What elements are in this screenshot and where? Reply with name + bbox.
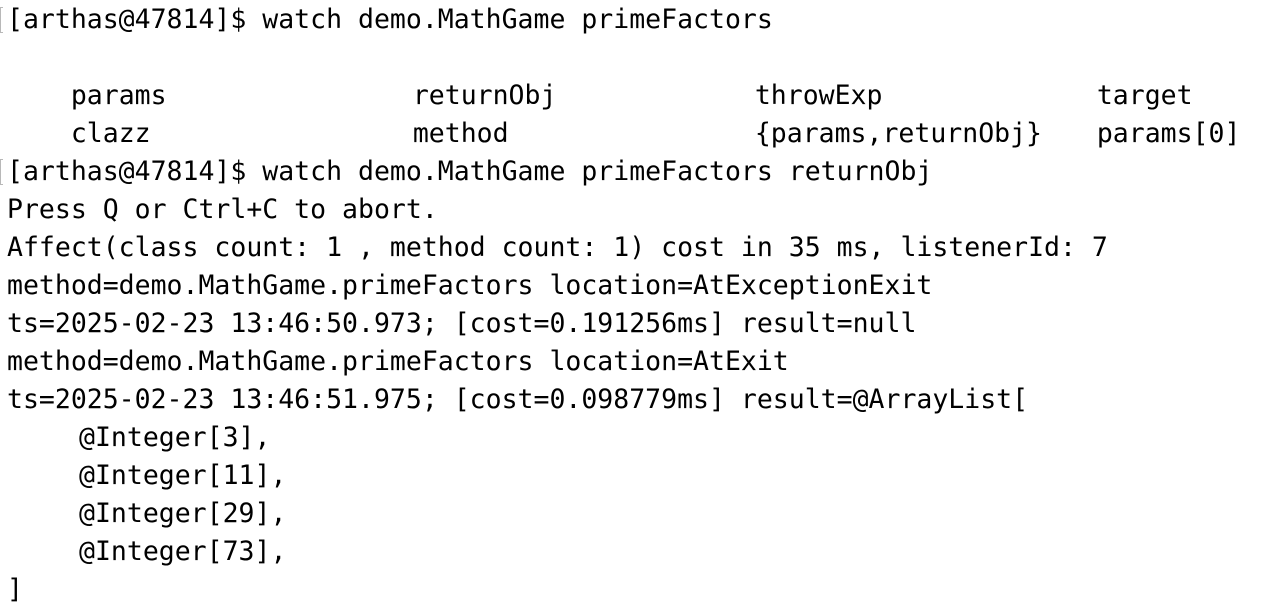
array-item: @Integer[73], (79, 536, 287, 567)
event-method-line: method=demo.MathGame.primeFactors locati… (7, 270, 933, 301)
completion-item: throwExp (754, 80, 883, 111)
terminal-window[interactable]: [arthas@47814]$ watch demo.MathGame prim… (0, 0, 1282, 606)
affect-line: Affect(class count: 1 , method count: 1)… (7, 232, 1108, 263)
event-method-line: method=demo.MathGame.primeFactors locati… (7, 346, 789, 377)
event-result-line: ts=2025-02-23 13:46:50.973; [cost=0.1912… (7, 308, 917, 339)
array-item: @Integer[29], (79, 498, 287, 529)
completion-item: target (1096, 80, 1193, 111)
completion-item: method (412, 118, 509, 149)
prompt-marker-icon (0, 7, 3, 33)
abort-hint: Press Q or Ctrl+C to abort. (7, 194, 438, 225)
array-item: @Integer[11], (79, 460, 287, 491)
prompt-line: [arthas@47814]$ watch demo.MathGame prim… (7, 156, 933, 187)
completion-item: params (70, 80, 167, 111)
completion-item: clazz (70, 118, 151, 149)
array-close: ] (7, 574, 23, 605)
completion-row: params returnObj throwExp target (7, 39, 1282, 111)
completion-item: {params,returnObj} (754, 118, 1043, 149)
prompt-marker-icon (0, 159, 3, 185)
event-result-line: ts=2025-02-23 13:46:51.975; [cost=0.0987… (7, 384, 1029, 415)
prompt-line: [arthas@47814]$ watch demo.MathGame prim… (7, 4, 773, 35)
completion-item: returnObj (412, 80, 557, 111)
array-item: @Integer[3], (79, 422, 271, 453)
completion-item: params[0] (1096, 118, 1241, 149)
